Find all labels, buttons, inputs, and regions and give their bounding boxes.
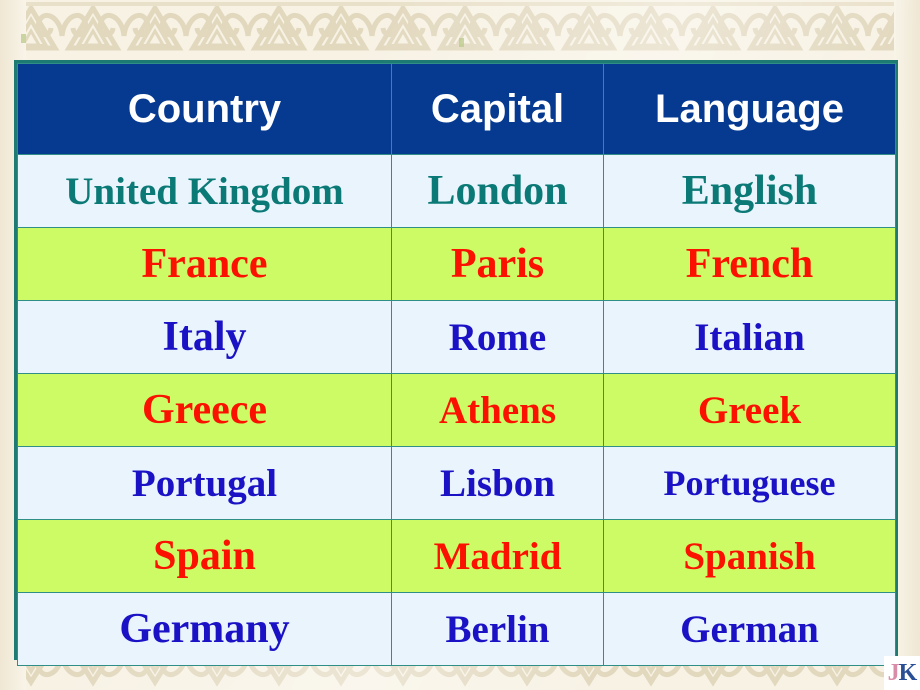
cell-language: Italian: [603, 300, 896, 374]
table-row: Italy Rome Italian: [17, 300, 896, 374]
cell-capital: Athens: [391, 373, 604, 447]
column-header-language: Language: [603, 63, 896, 155]
background-speck: [21, 34, 26, 43]
cell-country: Italy: [17, 300, 392, 374]
cell-country: France: [17, 227, 392, 301]
cell-capital: London: [391, 154, 604, 228]
table-row: France Paris French: [17, 227, 896, 301]
cell-language: Portuguese: [603, 446, 896, 520]
cell-country: Spain: [17, 519, 392, 593]
cell-capital: Paris: [391, 227, 604, 301]
cell-country: Portugal: [17, 446, 392, 520]
cell-language: French: [603, 227, 896, 301]
table-row: Portugal Lisbon Portuguese: [17, 446, 896, 520]
table-header-row: Country Capital Language: [17, 63, 896, 155]
table-row: United Kingdom London English: [17, 154, 896, 228]
country-table-container: Country Capital Language United Kingdom …: [14, 60, 898, 666]
cell-country: Greece: [17, 373, 392, 447]
background-speck: [459, 38, 464, 47]
cell-capital: Rome: [391, 300, 604, 374]
cell-language: German: [603, 592, 896, 666]
country-capital-language-table: Country Capital Language United Kingdom …: [17, 63, 896, 666]
column-header-capital: Capital: [391, 63, 604, 155]
table-row: Greece Athens Greek: [17, 373, 896, 447]
cell-language: Greek: [603, 373, 896, 447]
column-header-country: Country: [17, 63, 392, 155]
table-row: Spain Madrid Spanish: [17, 519, 896, 593]
cell-country: United Kingdom: [17, 154, 392, 228]
cell-language: English: [603, 154, 896, 228]
cell-language: Spanish: [603, 519, 896, 593]
logo-letter-k: K: [898, 660, 918, 686]
cell-capital: Lisbon: [391, 446, 604, 520]
cell-capital: Madrid: [391, 519, 604, 593]
table-body: United Kingdom London English France Par…: [17, 154, 896, 666]
slide-canvas: Country Capital Language United Kingdom …: [0, 0, 920, 690]
table-header: Country Capital Language: [17, 63, 896, 155]
corner-watermark-logo: JK: [884, 656, 920, 690]
cell-capital: Berlin: [391, 592, 604, 666]
logo-letter-j: J: [887, 660, 900, 686]
cell-country: Germany: [17, 592, 392, 666]
celtic-border-top: [0, 0, 920, 52]
table-row: Germany Berlin German: [17, 592, 896, 666]
logo-mark: JK: [887, 660, 918, 686]
